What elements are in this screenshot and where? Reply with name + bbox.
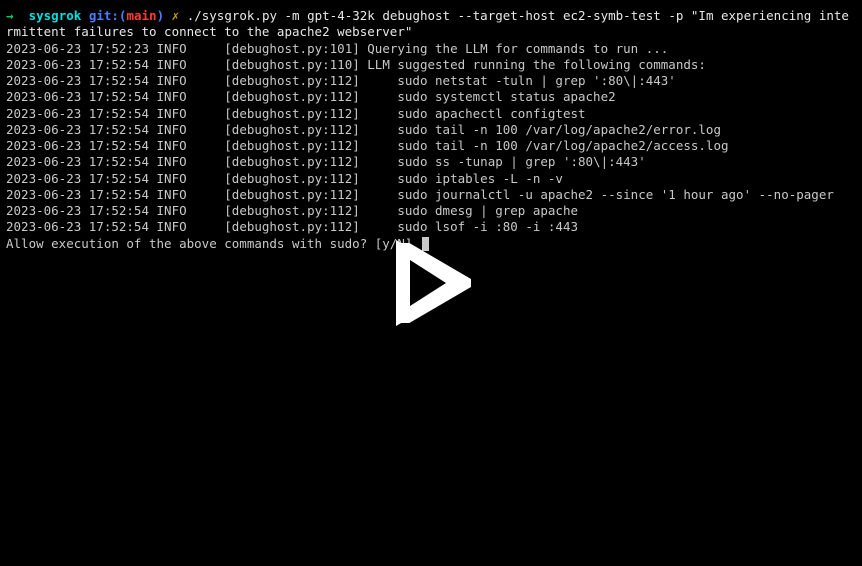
log-line: 2023-06-23 17:52:54 INFO [debughost.py:1… bbox=[6, 122, 856, 138]
git-paren-close: ) bbox=[157, 8, 165, 23]
log-message: sudo ss -tunap | grep ':80\|:443' bbox=[367, 154, 645, 169]
shell-prompt-line: → sysgrok git:(main) ✗ ./sysgrok.py -m g… bbox=[6, 8, 856, 41]
log-source: [debughost.py:112] bbox=[224, 187, 359, 202]
log-timestamp: 2023-06-23 17:52:54 bbox=[6, 57, 149, 72]
log-message: Querying the LLM for commands to run ... bbox=[367, 41, 668, 56]
log-level: INFO bbox=[157, 122, 187, 137]
confirm-prompt-text: Allow execution of the above commands wi… bbox=[6, 236, 420, 251]
log-line: 2023-06-23 17:52:54 INFO [debughost.py:1… bbox=[6, 138, 856, 154]
prompt-arrow: → bbox=[6, 8, 14, 23]
log-message: sudo dmesg | grep apache bbox=[367, 203, 578, 218]
log-timestamp: 2023-06-23 17:52:54 bbox=[6, 138, 149, 153]
play-icon bbox=[390, 238, 472, 328]
log-line: 2023-06-23 17:52:23 INFO [debughost.py:1… bbox=[6, 41, 856, 57]
log-level: INFO bbox=[157, 154, 187, 169]
log-message: sudo tail -n 100 /var/log/apache2/error.… bbox=[367, 122, 721, 137]
log-container: 2023-06-23 17:52:23 INFO [debughost.py:1… bbox=[6, 41, 856, 236]
log-timestamp: 2023-06-23 17:52:54 bbox=[6, 187, 149, 202]
log-source: [debughost.py:112] bbox=[224, 203, 359, 218]
log-source: [debughost.py:112] bbox=[224, 138, 359, 153]
log-source: [debughost.py:112] bbox=[224, 219, 359, 234]
git-label: git: bbox=[89, 8, 119, 23]
log-source: [debughost.py:112] bbox=[224, 122, 359, 137]
log-line: 2023-06-23 17:52:54 INFO [debughost.py:1… bbox=[6, 89, 856, 105]
log-line: 2023-06-23 17:52:54 INFO [debughost.py:1… bbox=[6, 154, 856, 170]
log-source: [debughost.py:112] bbox=[224, 106, 359, 121]
log-message: sudo journalctl -u apache2 --since '1 ho… bbox=[367, 187, 834, 202]
log-timestamp: 2023-06-23 17:52:54 bbox=[6, 106, 149, 121]
log-message: sudo tail -n 100 /var/log/apache2/access… bbox=[367, 138, 728, 153]
log-timestamp: 2023-06-23 17:52:54 bbox=[6, 89, 149, 104]
log-level: INFO bbox=[157, 89, 187, 104]
log-level: INFO bbox=[157, 138, 187, 153]
log-line: 2023-06-23 17:52:54 INFO [debughost.py:1… bbox=[6, 219, 856, 235]
log-timestamp: 2023-06-23 17:52:54 bbox=[6, 122, 149, 137]
log-source: [debughost.py:112] bbox=[224, 89, 359, 104]
log-source: [debughost.py:101] bbox=[224, 41, 359, 56]
log-line: 2023-06-23 17:52:54 INFO [debughost.py:1… bbox=[6, 73, 856, 89]
log-level: INFO bbox=[157, 106, 187, 121]
log-line: 2023-06-23 17:52:54 INFO [debughost.py:1… bbox=[6, 187, 856, 203]
log-message: sudo apachectl configtest bbox=[367, 106, 585, 121]
log-source: [debughost.py:112] bbox=[224, 73, 359, 88]
log-line: 2023-06-23 17:52:54 INFO [debughost.py:1… bbox=[6, 171, 856, 187]
log-message: sudo lsof -i :80 -i :443 bbox=[367, 219, 578, 234]
log-message: sudo iptables -L -n -v bbox=[367, 171, 563, 186]
log-message: LLM suggested running the following comm… bbox=[367, 57, 706, 72]
log-line: 2023-06-23 17:52:54 INFO [debughost.py:1… bbox=[6, 106, 856, 122]
log-line: 2023-06-23 17:52:54 INFO [debughost.py:1… bbox=[6, 57, 856, 73]
log-message: sudo netstat -tuln | grep ':80\|:443' bbox=[367, 73, 676, 88]
log-source: [debughost.py:112] bbox=[224, 171, 359, 186]
log-source: [debughost.py:110] bbox=[224, 57, 359, 72]
log-level: INFO bbox=[157, 219, 187, 234]
prompt-symbol: ✗ bbox=[172, 8, 180, 23]
log-level: INFO bbox=[157, 73, 187, 88]
prompt-cwd: sysgrok bbox=[29, 8, 82, 23]
play-button-overlay[interactable] bbox=[390, 238, 472, 328]
log-message: sudo systemctl status apache2 bbox=[367, 89, 615, 104]
log-line: 2023-06-23 17:52:54 INFO [debughost.py:1… bbox=[6, 203, 856, 219]
log-level: INFO bbox=[157, 57, 187, 72]
git-branch: main bbox=[126, 8, 156, 23]
log-level: INFO bbox=[157, 171, 187, 186]
log-level: INFO bbox=[157, 203, 187, 218]
log-level: INFO bbox=[157, 41, 187, 56]
log-source: [debughost.py:112] bbox=[224, 154, 359, 169]
terminal-output: → sysgrok git:(main) ✗ ./sysgrok.py -m g… bbox=[6, 8, 856, 252]
log-timestamp: 2023-06-23 17:52:23 bbox=[6, 41, 149, 56]
log-level: INFO bbox=[157, 187, 187, 202]
log-timestamp: 2023-06-23 17:52:54 bbox=[6, 154, 149, 169]
log-timestamp: 2023-06-23 17:52:54 bbox=[6, 219, 149, 234]
log-timestamp: 2023-06-23 17:52:54 bbox=[6, 171, 149, 186]
log-timestamp: 2023-06-23 17:52:54 bbox=[6, 203, 149, 218]
log-timestamp: 2023-06-23 17:52:54 bbox=[6, 73, 149, 88]
